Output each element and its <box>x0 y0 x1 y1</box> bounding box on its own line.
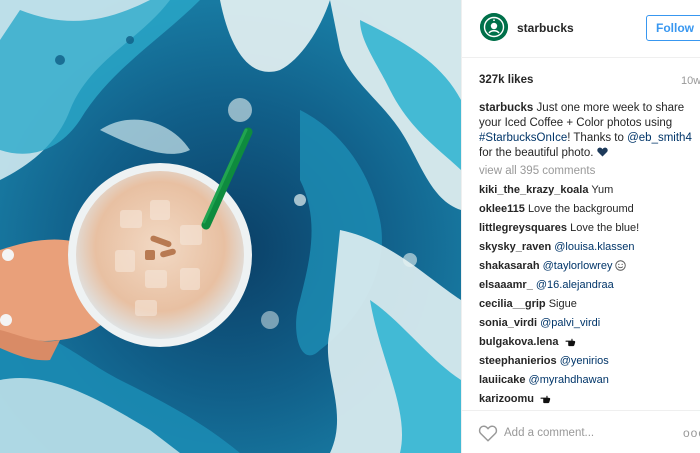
comment-text: Love the blue! <box>570 222 640 234</box>
comment-username[interactable]: oklee115 <box>479 203 525 215</box>
comment-mention[interactable]: @16.alejandraa <box>536 279 614 291</box>
likes-row: 327k likes 10w <box>462 58 700 102</box>
view-all-comments-link[interactable]: view all 395 comments <box>479 165 595 177</box>
post-details-panel: starbucks Follow 327k likes 10w starbuck… <box>461 0 700 453</box>
caption-mention[interactable]: @eb_smith4 <box>627 132 692 144</box>
comment-mention[interactable]: @taylorlowrey <box>543 260 613 272</box>
comment-username[interactable]: karizoomu <box>479 393 534 405</box>
comment-username[interactable]: shakasarah <box>479 260 540 272</box>
comment-text: Yum <box>591 184 614 196</box>
post-age: 10w <box>681 75 700 87</box>
comment-item: lauiicake @myrahdhawan <box>479 373 693 392</box>
comment-username[interactable]: skysky_raven <box>479 241 551 253</box>
comment-item: shakasarah @taylorlowrey <box>479 259 693 278</box>
post-header: starbucks Follow <box>462 0 700 58</box>
comment-text: Sigue <box>548 298 577 310</box>
comment-username[interactable]: elsaaamr_ <box>479 279 533 291</box>
comment-username[interactable]: lauiicake <box>479 374 525 386</box>
comment-username[interactable]: bulgakova.lena <box>479 336 558 348</box>
post-caption: starbucks Just one more week to share yo… <box>479 101 693 161</box>
avatar <box>480 13 508 41</box>
caption-text: for the beautiful photo. <box>479 147 594 159</box>
likes-count[interactable]: 327k likes <box>479 74 533 86</box>
comment-item: bulgakova.lena <box>479 335 693 354</box>
comment-item: sonia_virdi @palvi_virdi <box>479 316 693 335</box>
iced-coffee-on-blue-paint-photo <box>0 0 461 453</box>
comment-item: littlegreysquares Love the blue! <box>479 221 693 240</box>
comment-item: karizoomu <box>479 392 693 411</box>
comment-item: kiki_the_krazy_koala Yum <box>479 183 693 202</box>
pointing-hand-emoji-icon <box>540 395 551 404</box>
smile-emoji-icon <box>615 260 627 271</box>
heart-icon[interactable] <box>478 424 498 442</box>
pointing-hand-emoji-icon <box>565 338 575 347</box>
post-username[interactable]: starbucks <box>517 21 574 35</box>
comment-item: cecilia__grip Sigue <box>479 297 693 316</box>
comment-item: oklee115 Love the backgroumd <box>479 202 693 221</box>
add-comment-input[interactable] <box>504 424 674 442</box>
comment-username[interactable]: littlegreysquares <box>479 222 567 234</box>
post-photo[interactable] <box>0 0 461 453</box>
caption-hashtag[interactable]: #StarbucksOnIce <box>479 132 567 144</box>
comment-item: steephanierios @yenirios <box>479 354 693 373</box>
comment-mention[interactable]: @palvi_virdi <box>540 317 600 329</box>
comment-username[interactable]: kiki_the_krazy_koala <box>479 184 588 196</box>
comment-mention[interactable]: @louisa.klassen <box>554 241 634 253</box>
comment-mention[interactable]: @myrahdhawan <box>529 374 609 386</box>
caption-text: ! Thanks to <box>567 132 628 144</box>
comment-mention[interactable]: @yenirios <box>560 355 609 367</box>
comment-username[interactable]: steephanierios <box>479 355 557 367</box>
caption-username[interactable]: starbucks <box>479 102 533 114</box>
comment-item: elsaaamr_ @16.alejandraa <box>479 278 693 297</box>
heart-emoji-icon <box>596 147 608 157</box>
comment-username[interactable]: cecilia__grip <box>479 298 546 310</box>
comment-username[interactable]: sonia_virdi <box>479 317 537 329</box>
comments-list: kiki_the_krazy_koala Yum oklee115 Love th… <box>479 183 693 411</box>
comment-item: skysky_raven @louisa.klassen <box>479 240 693 259</box>
comment-text: Love the backgroumd <box>527 203 634 215</box>
follow-button[interactable]: Follow <box>646 15 700 41</box>
add-comment-bar: ooo <box>462 410 700 453</box>
more-options-icon[interactable]: ooo <box>683 426 700 440</box>
starbucks-logo-icon[interactable] <box>480 13 508 41</box>
